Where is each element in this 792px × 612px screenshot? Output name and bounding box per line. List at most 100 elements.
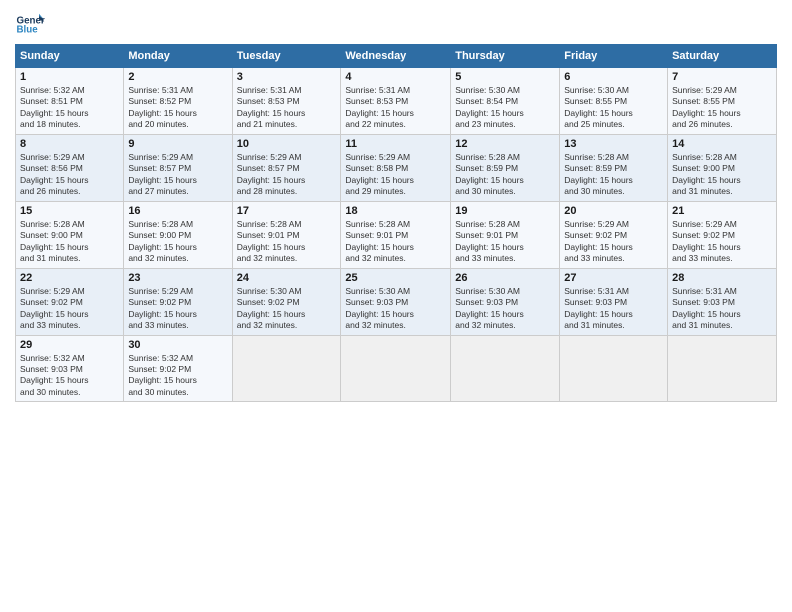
day-info: Sunrise: 5:31 AM Sunset: 8:52 PM Dayligh… — [128, 85, 227, 131]
calendar-cell: 12 Sunrise: 5:28 AM Sunset: 8:59 PM Dayli… — [451, 134, 560, 201]
day-number: 26 — [455, 272, 555, 284]
calendar-cell: 10 Sunrise: 5:29 AM Sunset: 8:57 PM Dayli… — [232, 134, 341, 201]
day-number: 6 — [564, 71, 663, 83]
day-info: Sunrise: 5:29 AM Sunset: 8:56 PM Dayligh… — [20, 152, 119, 198]
day-info: Sunrise: 5:29 AM Sunset: 9:02 PM Dayligh… — [20, 286, 119, 332]
calendar-cell — [341, 335, 451, 402]
day-number: 21 — [672, 205, 772, 217]
svg-text:Blue: Blue — [17, 25, 39, 36]
day-info: Sunrise: 5:30 AM Sunset: 8:54 PM Dayligh… — [455, 85, 555, 131]
day-number: 22 — [20, 272, 119, 284]
calendar-cell: 19 Sunrise: 5:28 AM Sunset: 9:01 PM Dayli… — [451, 201, 560, 268]
calendar-cell: 30 Sunrise: 5:32 AM Sunset: 9:02 PM Dayli… — [124, 335, 232, 402]
day-info: Sunrise: 5:31 AM Sunset: 8:53 PM Dayligh… — [345, 85, 446, 131]
calendar-cell: 24 Sunrise: 5:30 AM Sunset: 9:02 PM Dayli… — [232, 268, 341, 335]
day-number: 28 — [672, 272, 772, 284]
day-info: Sunrise: 5:28 AM Sunset: 9:00 PM Dayligh… — [20, 219, 119, 265]
day-number: 8 — [20, 138, 119, 150]
day-number: 30 — [128, 339, 227, 351]
calendar-week-row: 29Sunrise: 5:32 AM Sunset: 9:03 PM Dayli… — [16, 335, 777, 402]
day-info: Sunrise: 5:28 AM Sunset: 8:59 PM Dayligh… — [564, 152, 663, 198]
calendar-cell — [232, 335, 341, 402]
day-info: Sunrise: 5:31 AM Sunset: 9:03 PM Dayligh… — [564, 286, 663, 332]
calendar-week-row: 15 Sunrise: 5:28 AM Sunset: 9:00 PM Dayli… — [16, 201, 777, 268]
calendar-cell: 25 Sunrise: 5:30 AM Sunset: 9:03 PM Dayli… — [341, 268, 451, 335]
calendar-cell: 23 Sunrise: 5:29 AM Sunset: 9:02 PM Dayli… — [124, 268, 232, 335]
day-number: 23 — [128, 272, 227, 284]
column-header-tuesday: Tuesday — [232, 45, 341, 68]
day-info: Sunrise: 5:29 AM Sunset: 8:57 PM Dayligh… — [237, 152, 337, 198]
day-number: 5 — [455, 71, 555, 83]
calendar-cell: 20 Sunrise: 5:29 AM Sunset: 9:02 PM Dayli… — [560, 201, 668, 268]
calendar-week-row: 1 Sunrise: 5:32 AM Sunset: 8:51 PM Daylig… — [16, 68, 777, 135]
day-info: Sunrise: 5:30 AM Sunset: 9:03 PM Dayligh… — [455, 286, 555, 332]
calendar-cell: 11 Sunrise: 5:29 AM Sunset: 8:58 PM Dayli… — [341, 134, 451, 201]
column-header-friday: Friday — [560, 45, 668, 68]
day-number: 29 — [20, 339, 119, 351]
calendar-cell — [451, 335, 560, 402]
day-number: 18 — [345, 205, 446, 217]
logo-icon: General Blue — [15, 10, 45, 40]
column-header-sunday: Sunday — [16, 45, 124, 68]
day-info: Sunrise: 5:32 AM Sunset: 8:51 PM Dayligh… — [20, 85, 119, 131]
column-header-thursday: Thursday — [451, 45, 560, 68]
calendar-cell — [560, 335, 668, 402]
day-info: Sunrise: 5:29 AM Sunset: 8:58 PM Dayligh… — [345, 152, 446, 198]
calendar-cell: 18Sunrise: 5:28 AM Sunset: 9:01 PM Dayli… — [341, 201, 451, 268]
calendar-cell — [668, 335, 777, 402]
day-number: 1 — [20, 71, 119, 83]
day-info: Sunrise: 5:29 AM Sunset: 8:55 PM Dayligh… — [672, 85, 772, 131]
day-number: 24 — [237, 272, 337, 284]
calendar-header-row: SundayMondayTuesdayWednesdayThursdayFrid… — [16, 45, 777, 68]
calendar-cell: 9 Sunrise: 5:29 AM Sunset: 8:57 PM Daylig… — [124, 134, 232, 201]
day-number: 12 — [455, 138, 555, 150]
day-info: Sunrise: 5:29 AM Sunset: 9:02 PM Dayligh… — [672, 219, 772, 265]
calendar-table: SundayMondayTuesdayWednesdayThursdayFrid… — [15, 44, 777, 402]
day-number: 17 — [237, 205, 337, 217]
day-number: 2 — [128, 71, 227, 83]
calendar-cell: 22 Sunrise: 5:29 AM Sunset: 9:02 PM Dayli… — [16, 268, 124, 335]
calendar-cell: 5 Sunrise: 5:30 AM Sunset: 8:54 PM Daylig… — [451, 68, 560, 135]
day-info: Sunrise: 5:31 AM Sunset: 8:53 PM Dayligh… — [237, 85, 337, 131]
logo: General Blue — [15, 10, 45, 40]
calendar-week-row: 8 Sunrise: 5:29 AM Sunset: 8:56 PM Daylig… — [16, 134, 777, 201]
calendar-cell: 15 Sunrise: 5:28 AM Sunset: 9:00 PM Dayli… — [16, 201, 124, 268]
calendar-cell: 29Sunrise: 5:32 AM Sunset: 9:03 PM Dayli… — [16, 335, 124, 402]
calendar-week-row: 22 Sunrise: 5:29 AM Sunset: 9:02 PM Dayli… — [16, 268, 777, 335]
day-number: 3 — [237, 71, 337, 83]
calendar-cell: 27 Sunrise: 5:31 AM Sunset: 9:03 PM Dayli… — [560, 268, 668, 335]
day-info: Sunrise: 5:32 AM Sunset: 9:02 PM Dayligh… — [128, 353, 227, 399]
day-number: 25 — [345, 272, 446, 284]
column-header-saturday: Saturday — [668, 45, 777, 68]
day-number: 9 — [128, 138, 227, 150]
calendar-cell: 16Sunrise: 5:28 AM Sunset: 9:00 PM Dayli… — [124, 201, 232, 268]
day-info: Sunrise: 5:30 AM Sunset: 9:03 PM Dayligh… — [345, 286, 446, 332]
day-info: Sunrise: 5:29 AM Sunset: 9:02 PM Dayligh… — [128, 286, 227, 332]
day-info: Sunrise: 5:29 AM Sunset: 9:02 PM Dayligh… — [564, 219, 663, 265]
day-number: 15 — [20, 205, 119, 217]
day-info: Sunrise: 5:28 AM Sunset: 9:01 PM Dayligh… — [455, 219, 555, 265]
day-number: 19 — [455, 205, 555, 217]
page: General Blue SundayMondayTuesdayWednesda… — [0, 0, 792, 412]
day-number: 20 — [564, 205, 663, 217]
day-number: 16 — [128, 205, 227, 217]
calendar-cell: 7 Sunrise: 5:29 AM Sunset: 8:55 PM Daylig… — [668, 68, 777, 135]
calendar-cell: 28 Sunrise: 5:31 AM Sunset: 9:03 PM Dayli… — [668, 268, 777, 335]
day-info: Sunrise: 5:28 AM Sunset: 8:59 PM Dayligh… — [455, 152, 555, 198]
day-number: 4 — [345, 71, 446, 83]
calendar-cell: 1 Sunrise: 5:32 AM Sunset: 8:51 PM Daylig… — [16, 68, 124, 135]
day-info: Sunrise: 5:29 AM Sunset: 8:57 PM Dayligh… — [128, 152, 227, 198]
day-info: Sunrise: 5:28 AM Sunset: 9:00 PM Dayligh… — [672, 152, 772, 198]
calendar-cell: 13Sunrise: 5:28 AM Sunset: 8:59 PM Dayli… — [560, 134, 668, 201]
day-number: 27 — [564, 272, 663, 284]
day-number: 10 — [237, 138, 337, 150]
column-header-wednesday: Wednesday — [341, 45, 451, 68]
day-number: 11 — [345, 138, 446, 150]
day-info: Sunrise: 5:30 AM Sunset: 9:02 PM Dayligh… — [237, 286, 337, 332]
calendar-cell: 21 Sunrise: 5:29 AM Sunset: 9:02 PM Dayli… — [668, 201, 777, 268]
column-header-monday: Monday — [124, 45, 232, 68]
day-number: 7 — [672, 71, 772, 83]
day-info: Sunrise: 5:31 AM Sunset: 9:03 PM Dayligh… — [672, 286, 772, 332]
calendar-cell: 6Sunrise: 5:30 AM Sunset: 8:55 PM Daylig… — [560, 68, 668, 135]
calendar-cell: 4 Sunrise: 5:31 AM Sunset: 8:53 PM Daylig… — [341, 68, 451, 135]
